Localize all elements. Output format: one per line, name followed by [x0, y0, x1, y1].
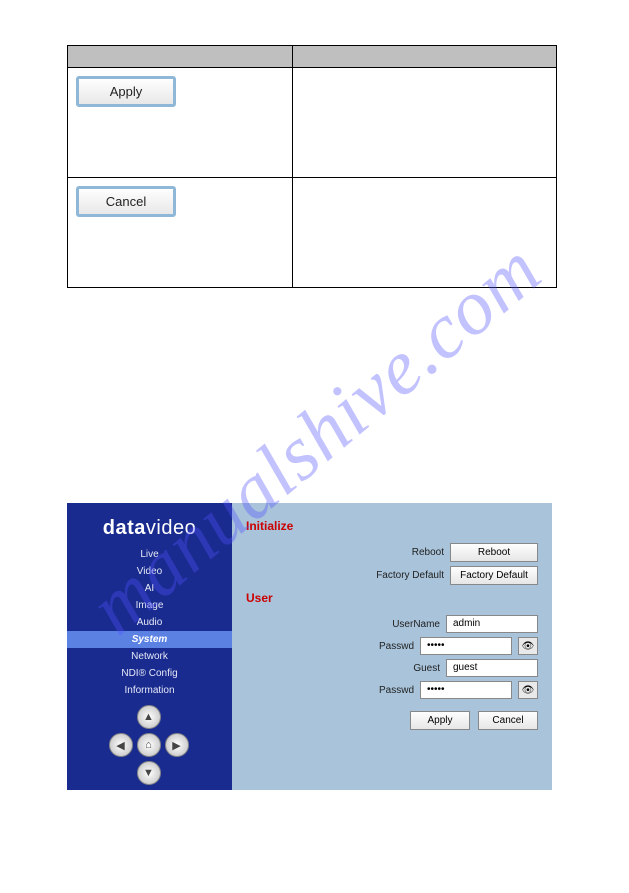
eye-icon[interactable]: 👁: [518, 637, 538, 655]
config-panel: datavideo Live Video AI Image Audio Syst…: [67, 503, 552, 790]
username-label: UserName: [360, 619, 440, 630]
sidebar-item-audio[interactable]: Audio: [67, 614, 232, 631]
factory-default-label: Factory Default: [364, 570, 444, 581]
logo-bold: data: [103, 517, 146, 539]
panel-cancel-button[interactable]: Cancel: [478, 711, 538, 730]
passwd1-field[interactable]: •••••: [420, 637, 512, 655]
logo: datavideo: [103, 517, 196, 540]
sidebar-item-system[interactable]: System: [67, 631, 232, 648]
sidebar-menu: Live Video AI Image Audio System Network…: [67, 546, 232, 699]
dpad: ▲ ◀ ⌂ ▶ ▼: [109, 705, 191, 787]
sidebar-item-live[interactable]: Live: [67, 546, 232, 563]
dpad-up-icon[interactable]: ▲: [137, 705, 161, 729]
apply-button[interactable]: Apply: [76, 76, 176, 107]
passwd2-field[interactable]: •••••: [420, 681, 512, 699]
user-title: User: [246, 591, 538, 605]
initialize-title: Initialize: [246, 519, 538, 533]
sidebar-item-image[interactable]: Image: [67, 597, 232, 614]
dpad-left-icon[interactable]: ◀: [109, 733, 133, 757]
sidebar: datavideo Live Video AI Image Audio Syst…: [67, 503, 232, 790]
passwd1-label: Passwd: [334, 641, 414, 652]
sidebar-item-ai[interactable]: AI: [67, 580, 232, 597]
username-field[interactable]: admin: [446, 615, 538, 633]
table-header-left: [68, 46, 293, 68]
dpad-home-icon[interactable]: ⌂: [137, 733, 161, 757]
content-area: Initialize Reboot Reboot Factory Default…: [232, 503, 552, 790]
eye-icon[interactable]: 👁: [518, 681, 538, 699]
table-header-right: [293, 46, 557, 68]
passwd2-label: Passwd: [334, 685, 414, 696]
buttons-table: Apply Cancel: [67, 45, 557, 288]
panel-apply-button[interactable]: Apply: [410, 711, 470, 730]
sidebar-item-information[interactable]: Information: [67, 682, 232, 699]
logo-light: video: [146, 517, 196, 539]
cancel-button[interactable]: Cancel: [76, 186, 176, 217]
sidebar-item-network[interactable]: Network: [67, 648, 232, 665]
reboot-button[interactable]: Reboot: [450, 543, 538, 562]
guest-field[interactable]: guest: [446, 659, 538, 677]
dpad-down-icon[interactable]: ▼: [137, 761, 161, 785]
sidebar-item-video[interactable]: Video: [67, 563, 232, 580]
factory-default-button[interactable]: Factory Default: [450, 566, 538, 585]
guest-label: Guest: [360, 663, 440, 674]
sidebar-item-ndi-config[interactable]: NDI® Config: [67, 665, 232, 682]
reboot-label: Reboot: [364, 547, 444, 558]
dpad-right-icon[interactable]: ▶: [165, 733, 189, 757]
